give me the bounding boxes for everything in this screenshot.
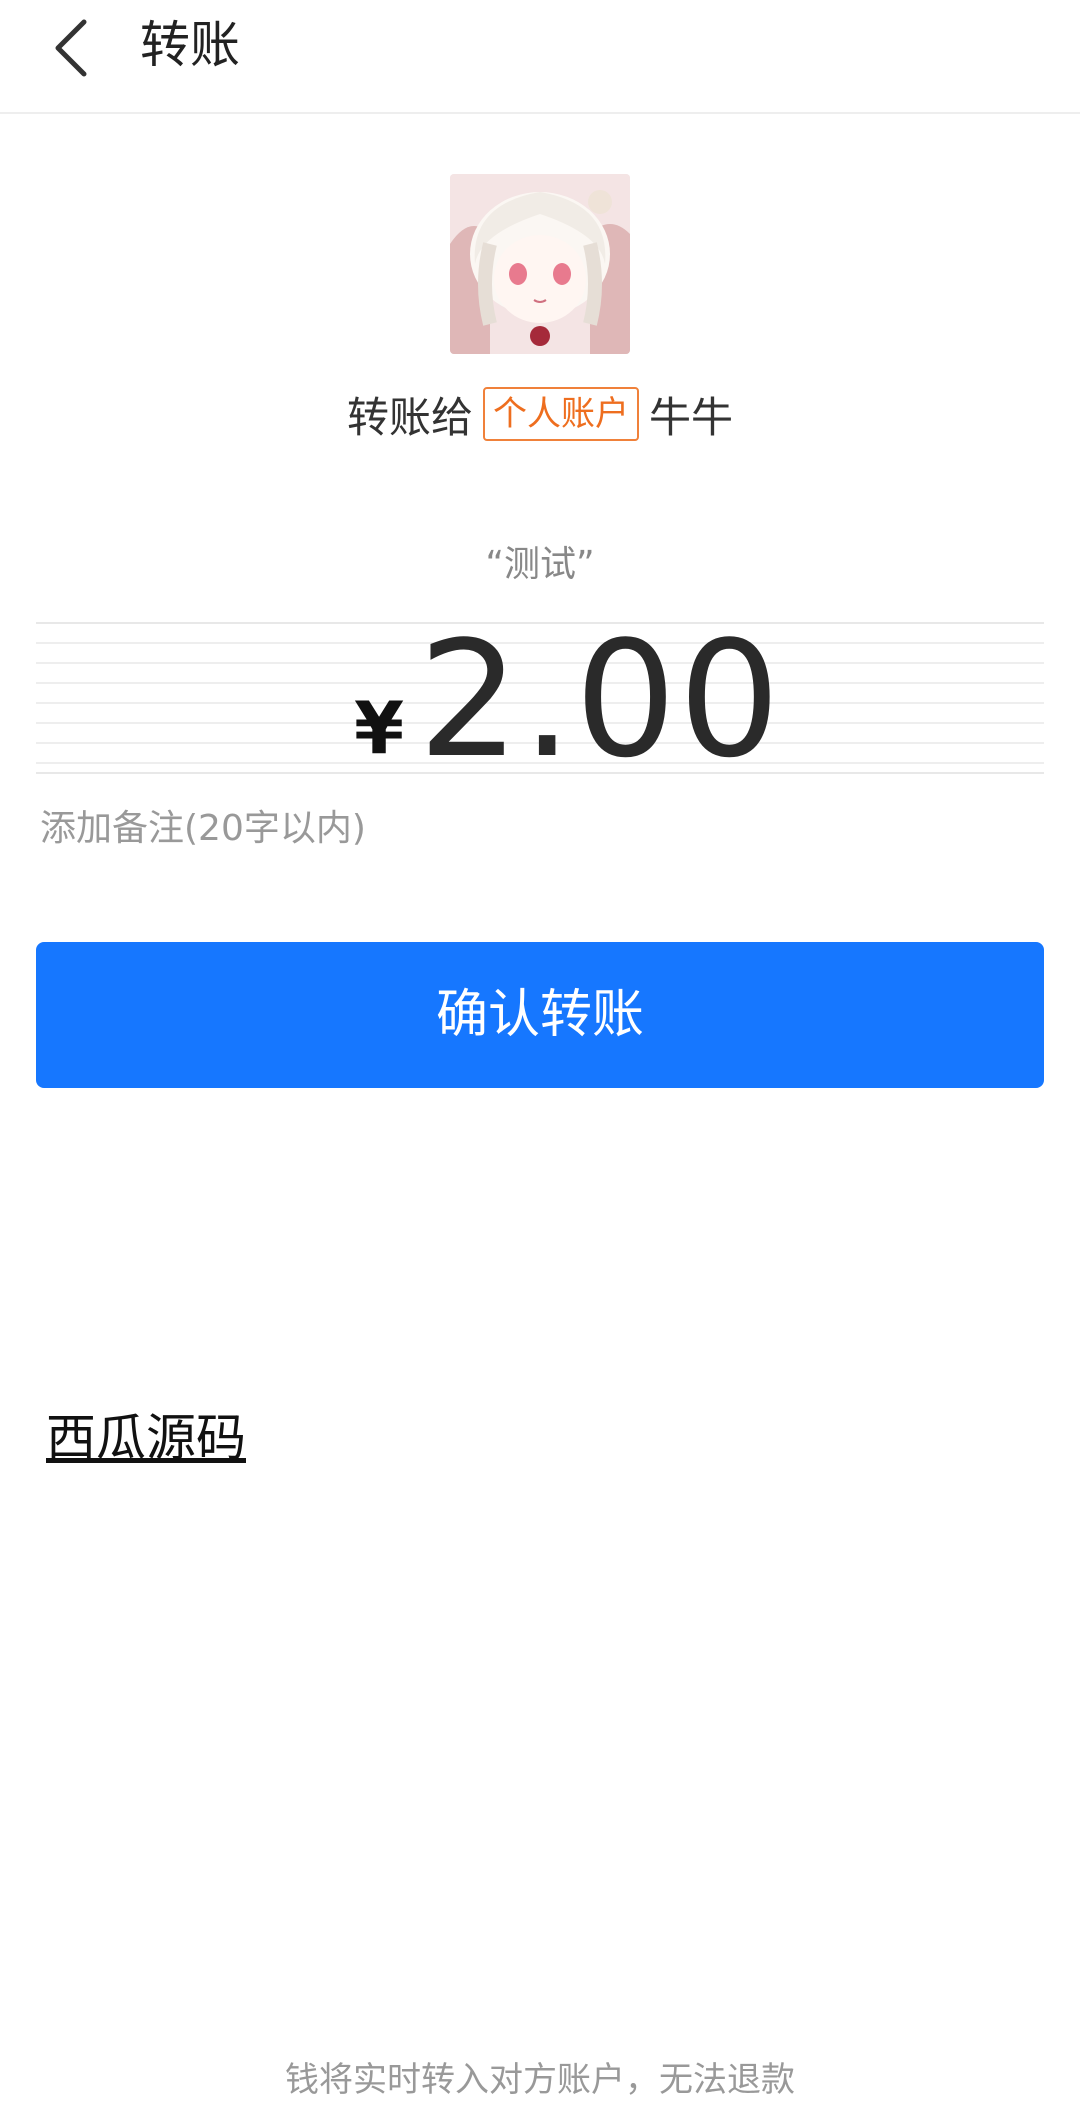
recipient-avatar <box>450 174 630 354</box>
recipient-prefix: 转账给 <box>346 392 473 442</box>
top-bar: 转账 <box>0 0 1080 114</box>
footer-note: 钱将实时转入对方账户，无法退款 <box>285 2060 795 2100</box>
account-type-badge: 个人账户 <box>483 387 639 441</box>
currency-symbol: ¥ <box>354 686 405 770</box>
confirm-transfer-button[interactable]: 确认转账 <box>36 942 1044 1088</box>
transfer-memo: “测试” <box>485 544 595 585</box>
recipient-name: 牛牛 <box>649 392 734 442</box>
watermark-link[interactable]: 西瓜源码 <box>46 1398 246 1470</box>
page-title: 转账 <box>140 16 240 74</box>
recipient-line: 转账给 个人账户 牛牛 <box>0 382 1080 446</box>
back-button[interactable] <box>40 10 104 80</box>
amount-value: 2.00 <box>418 606 783 793</box>
chevron-left-icon <box>40 10 104 80</box>
remark-input[interactable] <box>40 800 940 856</box>
